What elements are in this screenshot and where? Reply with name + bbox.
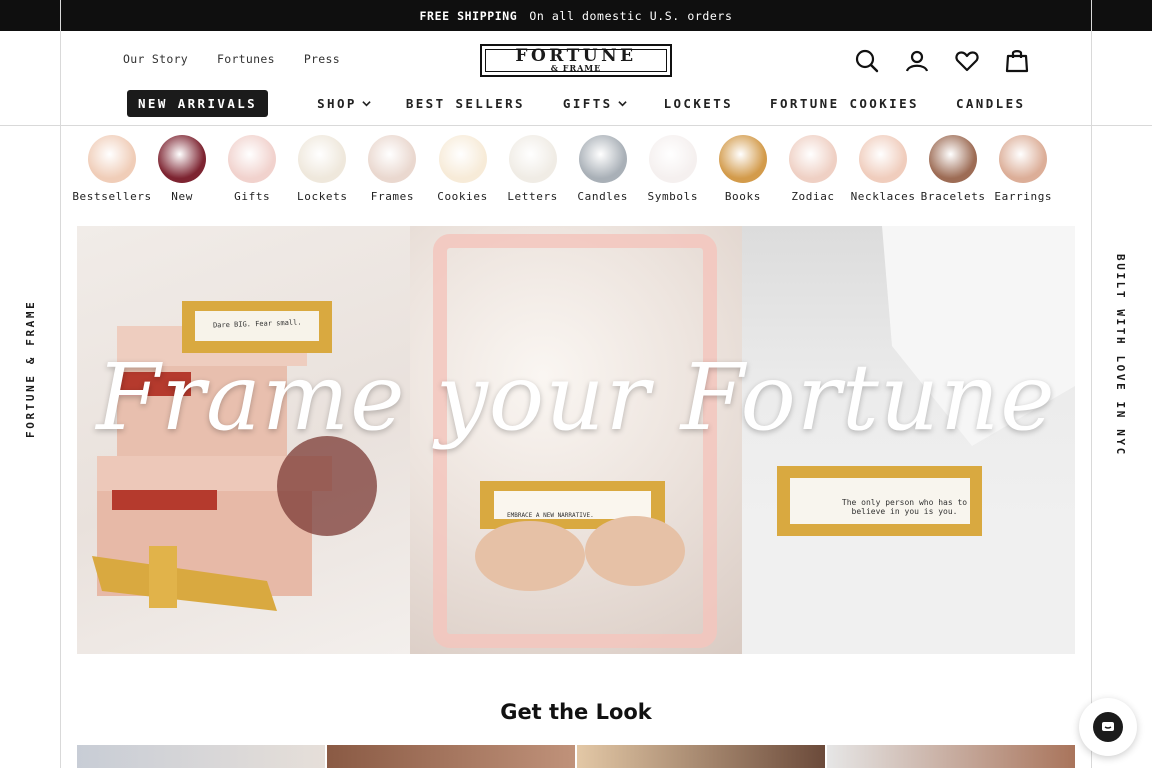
category-thumbnail: [648, 135, 697, 183]
heart-icon[interactable]: [953, 47, 981, 75]
category-thumbnail: [438, 135, 487, 183]
category-thumbnail: [999, 135, 1048, 183]
category-thumbnail: [368, 135, 417, 183]
main-nav: NEW ARRIVALS SHOP BEST SELLERS GIFTS LOC…: [127, 90, 1025, 117]
category-necklaces[interactable]: Necklaces: [848, 135, 918, 203]
top-links: Our Story Fortunes Press: [123, 52, 369, 66]
frame-line-right: [1091, 0, 1092, 768]
nav-new-arrivals[interactable]: NEW ARRIVALS: [127, 90, 269, 117]
side-label-left: FORTUNE & FRAME: [24, 284, 40, 444]
category-label: Earrings: [994, 190, 1053, 203]
hero-slip-2: EMBRACE A NEW NARRATIVE.: [507, 512, 594, 519]
hero-banner[interactable]: Dare BIG. Fear small. EMBRACE A NEW NARR…: [77, 226, 1075, 654]
category-new[interactable]: New: [147, 135, 217, 203]
category-label: Gifts: [234, 190, 271, 203]
category-label: Frames: [370, 190, 415, 203]
chat-icon: [1093, 712, 1123, 742]
search-icon[interactable]: [853, 47, 881, 75]
nav-label: LOCKETS: [663, 96, 734, 111]
top-link-press[interactable]: Press: [304, 52, 340, 66]
category-letters[interactable]: Letters: [498, 135, 568, 203]
nav-gifts[interactable]: GIFTS: [563, 96, 627, 111]
category-thumbnail: [158, 135, 207, 183]
side-label-right-text: BUILT WITH LOVE IN NYC: [1114, 254, 1127, 457]
nav-label: CANDLES: [955, 96, 1026, 111]
look-image[interactable]: [327, 745, 575, 768]
category-thumbnail: [508, 135, 557, 183]
announcement-bold: FREE SHIPPING: [419, 8, 518, 23]
account-icon[interactable]: [903, 47, 931, 75]
side-label-right: BUILT WITH LOVE IN NYC: [1113, 254, 1129, 464]
logo-subline: & FRAME: [550, 62, 602, 73]
category-label: Letters: [507, 190, 558, 203]
category-bracelets[interactable]: Bracelets: [918, 135, 988, 203]
nav-label: BEST SELLERS: [405, 96, 525, 111]
category-label: New: [171, 190, 193, 203]
hero-slip-3: The only person who has to believe in yo…: [841, 498, 968, 516]
nav-label: NEW ARRIVALS: [138, 96, 258, 111]
nav-label: GIFTS: [562, 96, 613, 111]
nav-candles[interactable]: CANDLES: [956, 96, 1025, 111]
look-image[interactable]: [577, 745, 825, 768]
side-label-left-text: FORTUNE & FRAME: [24, 299, 37, 438]
nav-best-sellers[interactable]: BEST SELLERS: [406, 96, 525, 111]
category-label: Symbols: [647, 190, 699, 203]
hero-title: Frame your Fortune: [96, 344, 1056, 451]
category-label: Books: [724, 190, 761, 203]
header-utilities: [853, 47, 1031, 75]
chevron-down-icon: [362, 101, 371, 107]
category-thumbnail: [578, 135, 627, 183]
section-title: Get the Look: [500, 700, 652, 724]
category-strip: Bestsellers New Gifts Lockets Frames Cookies L…: [72, 135, 1058, 203]
category-symbols[interactable]: Symbols: [638, 135, 708, 203]
nav-label: FORTUNE COOKIES: [770, 96, 919, 111]
category-label: Necklaces: [850, 190, 916, 203]
category-books[interactable]: Books: [708, 135, 778, 203]
category-label: Cookies: [437, 190, 488, 203]
bag-icon[interactable]: [1003, 47, 1031, 75]
category-thumbnail: [228, 135, 277, 183]
category-label: Lockets: [297, 190, 348, 203]
get-the-look-strip: [77, 745, 1075, 768]
category-candles[interactable]: Candles: [568, 135, 638, 203]
category-bestsellers[interactable]: Bestsellers: [72, 135, 151, 203]
category-thumbnail: [88, 135, 137, 183]
category-label: Bestsellers: [72, 190, 152, 203]
look-image[interactable]: [77, 745, 325, 768]
top-link-fortunes[interactable]: Fortunes: [217, 52, 275, 66]
nav-label: SHOP: [317, 96, 357, 111]
logo-wordmark: FORTUNE: [515, 45, 637, 66]
announcement-bar: FREE SHIPPING On all domestic U.S. order…: [0, 0, 1152, 31]
look-image[interactable]: [827, 745, 1075, 768]
nav-fortune-cookies[interactable]: FORTUNE COOKIES: [770, 96, 919, 111]
category-label: Zodiac: [791, 190, 835, 203]
category-label: Candles: [577, 190, 628, 203]
chat-button[interactable]: [1079, 698, 1137, 756]
category-thumbnail: [298, 135, 347, 183]
frame-line-left: [60, 0, 61, 768]
category-thumbnail: [788, 135, 837, 183]
category-thumbnail: [718, 135, 767, 183]
chevron-down-icon: [617, 101, 627, 107]
header-divider: [0, 125, 1152, 126]
site-logo[interactable]: FORTUNE & FRAME: [480, 44, 672, 77]
nav-lockets[interactable]: LOCKETS: [664, 96, 733, 111]
category-cookies[interactable]: Cookies: [427, 135, 497, 203]
nav-shop[interactable]: SHOP: [317, 96, 371, 111]
category-zodiac[interactable]: Zodiac: [778, 135, 848, 203]
top-link-our-story[interactable]: Our Story: [123, 52, 188, 66]
announcement-text: On all domestic U.S. orders: [529, 8, 733, 23]
category-lockets[interactable]: Lockets: [287, 135, 357, 203]
category-frames[interactable]: Frames: [357, 135, 427, 203]
category-earrings[interactable]: Earrings: [988, 135, 1058, 203]
category-label: Bracelets: [920, 190, 986, 203]
category-gifts[interactable]: Gifts: [217, 135, 287, 203]
category-thumbnail: [859, 135, 908, 183]
category-thumbnail: [929, 135, 978, 183]
